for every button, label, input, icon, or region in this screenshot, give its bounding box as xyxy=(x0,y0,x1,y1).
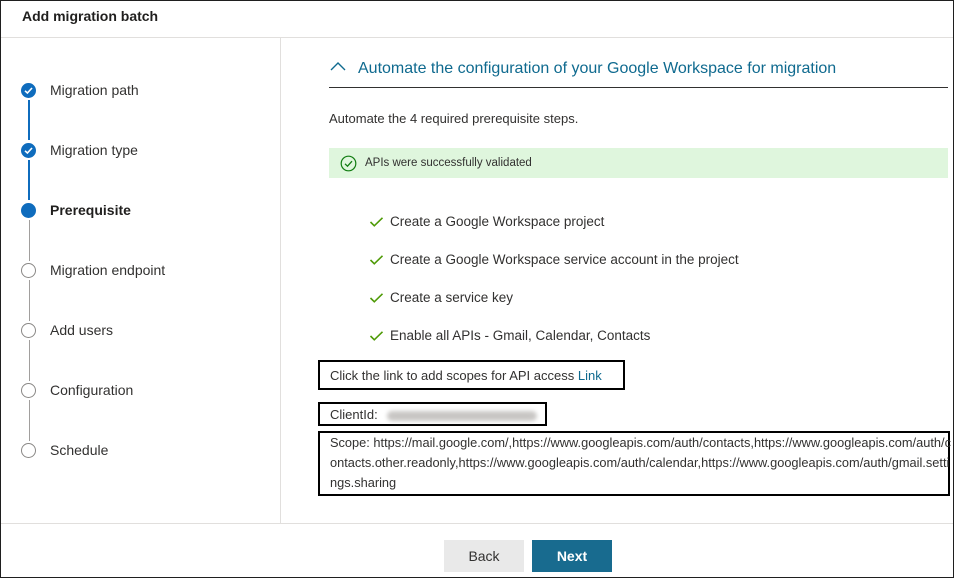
dialog: Add migration batch Migration path Migra… xyxy=(0,0,954,578)
success-check-circle-icon xyxy=(340,155,357,177)
wizard-steps: Migration path Migration type Prerequisi… xyxy=(1,38,280,523)
scopes-prompt-text: Click the link to add scopes for API acc… xyxy=(330,368,575,383)
step-label: Configuration xyxy=(50,382,134,398)
section-title: Automate the configuration of your Googl… xyxy=(358,60,837,77)
empty-circle-icon xyxy=(21,383,36,398)
empty-circle-icon xyxy=(21,323,36,338)
checkmark-circle-icon xyxy=(21,83,36,98)
step-configuration[interactable]: Configuration xyxy=(21,379,261,401)
step-schedule[interactable]: Schedule xyxy=(21,439,261,461)
step-label: Prerequisite xyxy=(50,202,131,218)
step-label: Migration endpoint xyxy=(50,262,166,278)
step-label: Schedule xyxy=(50,442,109,458)
back-button[interactable]: Back xyxy=(444,540,524,572)
section-intro: Automate the 4 required prerequisite ste… xyxy=(329,111,579,126)
step-add-users[interactable]: Add users xyxy=(21,319,261,341)
panel-divider xyxy=(280,38,281,523)
step-connector xyxy=(29,280,30,321)
step-label: Migration path xyxy=(50,82,139,98)
client-id-value-redacted xyxy=(387,410,538,421)
step-connector xyxy=(28,160,30,200)
step-migration-endpoint[interactable]: Migration endpoint xyxy=(21,259,261,281)
checkmark-circle-icon xyxy=(21,143,36,158)
success-banner: APIs were successfully validated xyxy=(329,148,948,178)
section-header[interactable]: Automate the configuration of your Googl… xyxy=(329,51,948,88)
footer-divider xyxy=(1,523,953,524)
step-label: Migration type xyxy=(50,142,138,158)
step-label: Add users xyxy=(50,322,114,338)
checkmark-icon xyxy=(369,215,384,233)
client-id-box: ClientId: xyxy=(318,402,547,426)
checkmark-icon xyxy=(369,329,384,347)
step-migration-path[interactable]: Migration path xyxy=(21,79,261,101)
dialog-header: Add migration batch xyxy=(1,1,953,38)
next-button[interactable]: Next xyxy=(532,540,612,572)
checkmark-icon xyxy=(369,291,384,309)
scopes-prompt-box: Click the link to add scopes for API acc… xyxy=(318,360,625,390)
client-id-label: ClientId: xyxy=(330,407,378,422)
checklist-text: Enable all APIs - Gmail, Calendar, Conta… xyxy=(390,328,651,343)
step-connector xyxy=(29,400,30,441)
scopes-link[interactable]: Link xyxy=(578,368,602,383)
step-prerequisite[interactable]: Prerequisite xyxy=(21,199,261,221)
step-connector xyxy=(28,100,30,140)
chevron-up-icon[interactable] xyxy=(329,59,347,77)
dialog-title: Add migration batch xyxy=(22,8,159,24)
checklist-text: Create a service key xyxy=(390,290,514,305)
scope-text: Scope: https://mail.google.com/,https://… xyxy=(330,435,951,490)
empty-circle-icon xyxy=(21,263,36,278)
step-migration-type[interactable]: Migration type xyxy=(21,139,261,161)
checklist-text: Create a Google Workspace project xyxy=(390,214,605,229)
scope-box: Scope: https://mail.google.com/,https://… xyxy=(318,431,951,496)
step-connector xyxy=(29,220,30,261)
checkmark-icon xyxy=(369,253,384,271)
empty-circle-icon xyxy=(21,443,36,458)
banner-text: APIs were successfully validated xyxy=(365,157,532,169)
current-step-icon xyxy=(21,203,36,218)
checklist-text: Create a Google Workspace service accoun… xyxy=(390,252,739,267)
step-connector xyxy=(29,340,30,381)
